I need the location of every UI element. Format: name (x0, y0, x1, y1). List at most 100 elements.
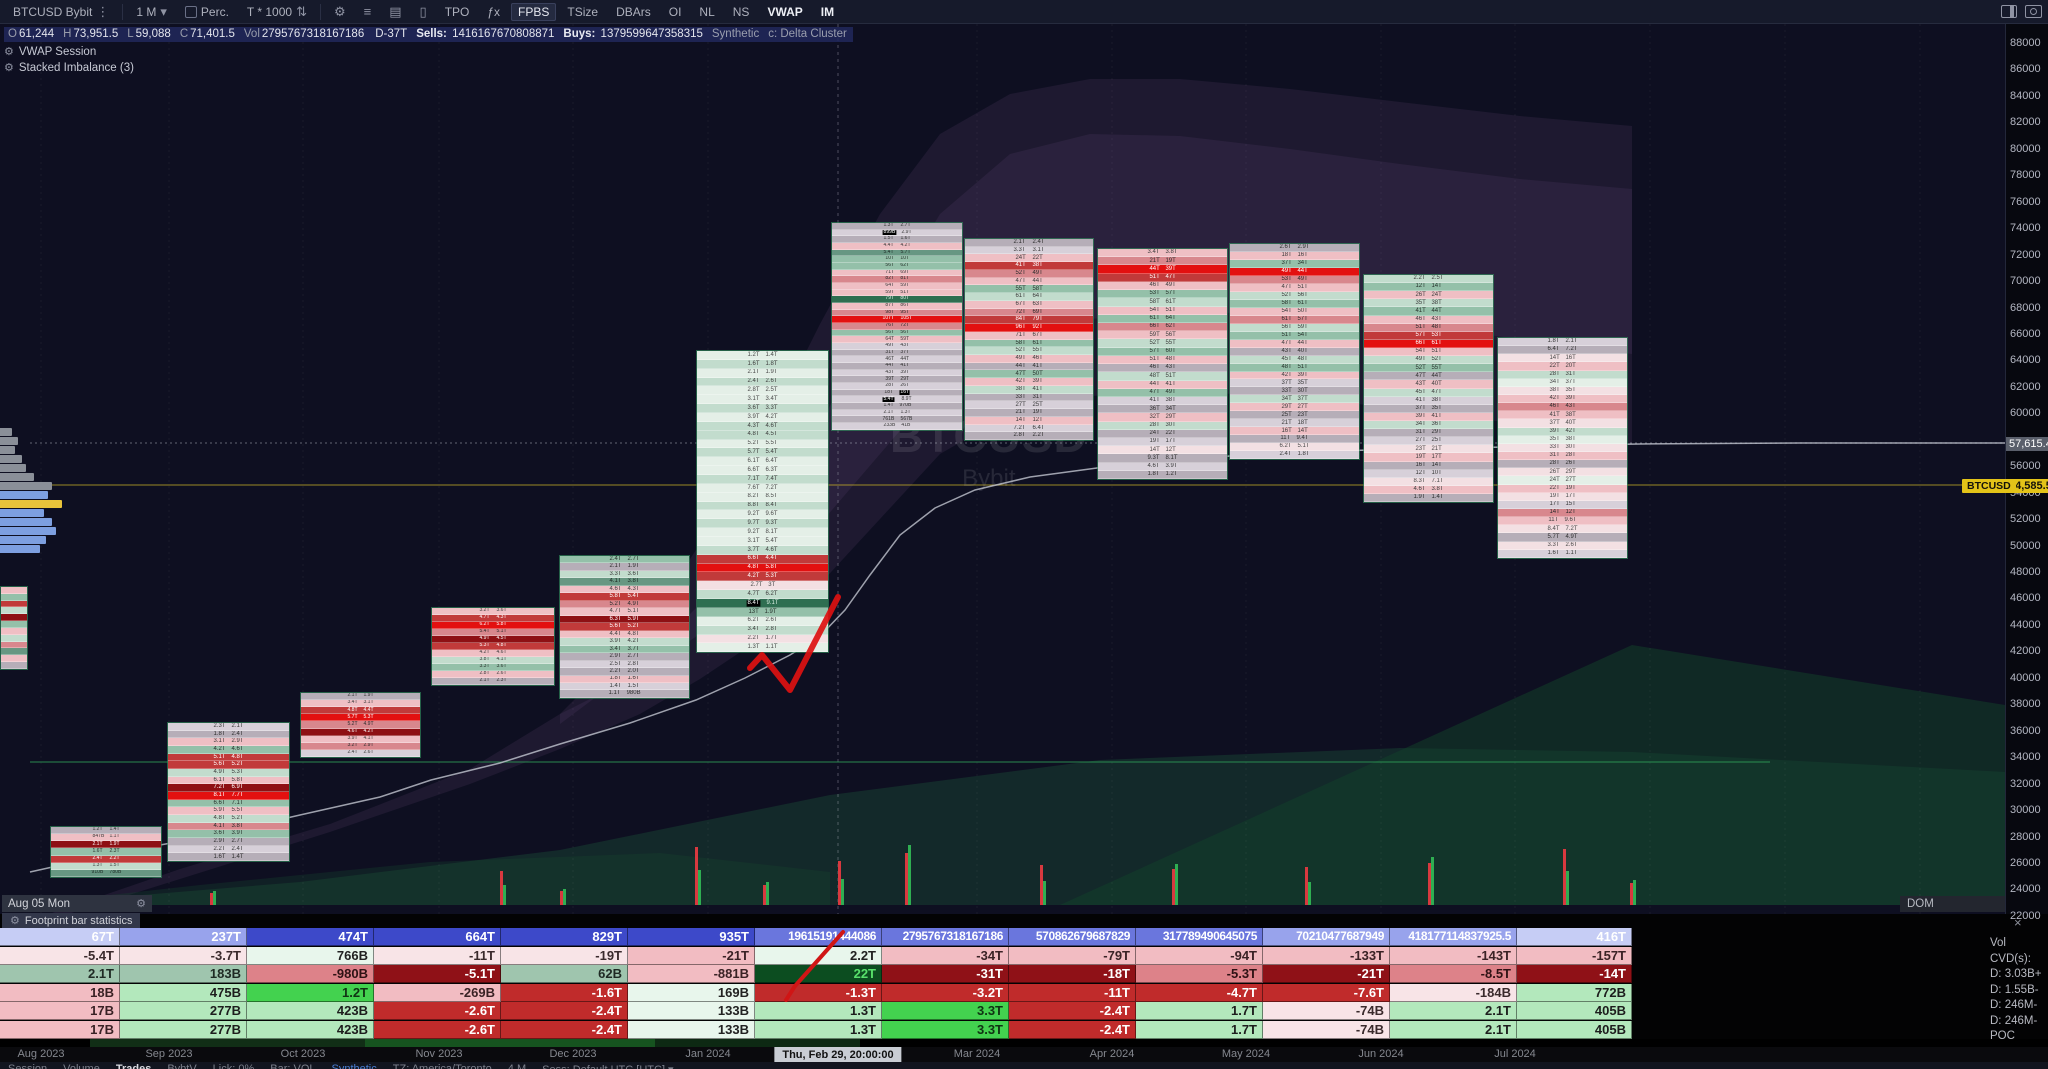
status-item[interactable]: Session (8, 1063, 47, 1069)
panel-title-pill[interactable]: ⚙ Footprint bar statistics (2, 913, 141, 928)
camera-screenshot-icon[interactable] (2025, 5, 2042, 18)
footprint-bar[interactable]: 1.2T 1.4T 847B 1.1T 2.1T 1.9T 1.6T 2.3T 2.4T 2.2T… (50, 826, 162, 878)
status-item[interactable]: Volume (63, 1063, 100, 1069)
table-cell[interactable]: -74B (1263, 1020, 1390, 1039)
table-cell[interactable]: 1.7T (1136, 1020, 1263, 1039)
gear-icon[interactable]: ⚙ (327, 2, 353, 22)
table-cell[interactable]: 277B (120, 1020, 247, 1039)
toolbar-item-1-m[interactable]: 1 M ▾ (129, 2, 174, 22)
table-cell[interactable]: 277B (120, 1002, 247, 1020)
status-item[interactable]: 4 M (508, 1063, 526, 1069)
time-axis-label[interactable]: Sep 2023 (145, 1048, 192, 1060)
time-axis-label[interactable]: Jun 2024 (1358, 1048, 1403, 1060)
gear-icon[interactable]: ⚙ (10, 914, 20, 927)
status-item[interactable]: Trades (116, 1063, 151, 1069)
time-axis-label[interactable]: Aug 2023 (17, 1048, 64, 1060)
table-cell[interactable]: 1.3T (755, 1002, 882, 1020)
table-cell[interactable]: 62B (501, 965, 628, 983)
time-axis[interactable]: Thu, Feb 29, 20:00:00 Aug 2023 Sep 2023 Oc… (0, 1047, 2048, 1062)
table-cell[interactable]: -5.3T (1136, 965, 1263, 983)
table-cell[interactable]: -19T (501, 946, 628, 965)
footprint-bar[interactable]: 1.8T 2.1T 6.4T 7.2T 14T 16T 22T 20T 28T 31T 34T 37T… (1497, 337, 1628, 559)
bar-date-pill[interactable]: Aug 05 Mon ⚙ (2, 895, 152, 912)
footprint-bar[interactable]: 2.2T 2.5T 12T 14T 26T 24T 35T 38T 41T 44T 46T 43T 51… (1363, 274, 1494, 503)
table-cell[interactable]: -14T (1517, 965, 1632, 983)
gear-icon[interactable]: ⚙ (4, 61, 14, 74)
table-cell[interactable]: -157T (1517, 946, 1632, 965)
table-cell[interactable]: 183B (120, 965, 247, 983)
table-cell[interactable]: -143T (1390, 946, 1517, 965)
table-cell[interactable]: -2.4T (1009, 1002, 1136, 1020)
table-cell[interactable]: 169B (628, 983, 755, 1002)
table-cell[interactable]: -881B (628, 965, 755, 983)
gear-icon[interactable]: ⚙ (136, 897, 146, 910)
table-cell[interactable]: -7.6T (1263, 983, 1390, 1002)
toolbar-item-vwap[interactable]: VWAP (760, 3, 809, 21)
table-cell[interactable]: 829T (501, 928, 628, 946)
price-axis[interactable]: 57,615.4 54,585.5 88000 86000 84000 82000 80… (2005, 24, 2048, 922)
table-cell[interactable]: 423B (247, 1020, 374, 1039)
grid-icon[interactable]: ▤ (382, 2, 408, 22)
table-cell[interactable]: -31T (882, 965, 1009, 983)
table-cell[interactable]: -11T (374, 946, 501, 965)
table-cell[interactable]: -2.6T (374, 1002, 501, 1020)
status-item[interactable]: TZ: America/Toronto (393, 1063, 492, 1069)
table-cell[interactable]: 133B (628, 1020, 755, 1039)
table-cell[interactable]: 237T (120, 928, 247, 946)
status-item[interactable]: BybtV (167, 1063, 196, 1069)
toolbar-item--x[interactable]: ƒx (480, 3, 507, 21)
table-cell[interactable]: -79T (1009, 946, 1136, 965)
table-cell[interactable]: 22T (755, 965, 882, 983)
table-cell[interactable]: -8.5T (1390, 965, 1517, 983)
footprint-bar[interactable]: 2.4T 2.7T 2.1T 1.9T 3.3T 3.6T 4.1T 3.8T 4.6T 4.3T… (559, 555, 690, 699)
time-axis-label[interactable]: Jul 2024 (1494, 1048, 1536, 1060)
toolbar-item-t-1000[interactable]: T * 1000 ⇅ (240, 2, 314, 22)
table-cell[interactable]: -21T (1263, 965, 1390, 983)
table-cell[interactable]: 405B (1517, 1002, 1632, 1020)
checkbox-icon[interactable] (184, 5, 197, 18)
table-cell[interactable]: -2.6T (374, 1020, 501, 1039)
table-cell[interactable]: 2.1T (1390, 1020, 1517, 1039)
table-cell[interactable]: -1.6T (501, 983, 628, 1002)
footprint-bar[interactable]: 2.1T 1.9T 3.4T 3.1T 4.8T 4.4T 5.7T 5.3T 5.2T 4.9T… (300, 692, 421, 758)
table-cell[interactable]: 2.2T (755, 946, 882, 965)
phone-icon[interactable]: ▯ (413, 2, 434, 22)
footprint-bar[interactable]: 1.2T 1.4T 1.6T 1.8T 2.1T 1.9T 2.4T 2.6T 2.8T 2.5T… (696, 350, 829, 653)
indicator-vwap-session[interactable]: ⚙ VWAP Session (4, 45, 853, 59)
indicator-stacked-imbalance[interactable]: ⚙ Stacked Imbalance (3) (4, 61, 853, 75)
table-cell[interactable]: 416T (1517, 928, 1632, 946)
table-cell[interactable]: 3.3T (882, 1020, 1009, 1039)
table-cell[interactable]: 423B (247, 1002, 374, 1020)
time-axis-label[interactable]: Oct 2023 (281, 1048, 326, 1060)
table-cell[interactable]: 405B (1517, 1020, 1632, 1039)
toolbar-item-btcusd-bybit[interactable]: BTCUSD Bybit ⋮ (6, 2, 116, 22)
table-cell[interactable]: 1.7T (1136, 1002, 1263, 1020)
table-cell[interactable]: 766B (247, 946, 374, 965)
table-cell[interactable]: 3.3T (882, 1002, 1009, 1020)
panel-collapse-icon[interactable] (2001, 5, 2017, 18)
table-cell[interactable]: 570862679687829 (1009, 928, 1136, 946)
table-cell[interactable]: -184B (1390, 983, 1517, 1002)
footprint-bar[interactable]: 2.6T 2.9T 18T 16T 37T 34T 49T 44T 53T 49T 47T 51T 52… (1229, 243, 1360, 460)
table-cell[interactable]: 70210477687949 (1263, 928, 1390, 946)
table-cell[interactable]: 418177114837925.5 (1390, 928, 1517, 946)
table-cell[interactable]: 2.1T (1390, 1002, 1517, 1020)
toolbar-item-fpbs[interactable]: FPBS (511, 2, 557, 21)
table-cell[interactable]: -3.7T (120, 946, 247, 965)
footprint-bar[interactable]: 1.3T 2.7T 899B 2.9T 1.5T 1.6T 4.4T 4.2T 5.4T 5.7T… (831, 222, 963, 431)
table-cell[interactable]: 17B (0, 1002, 120, 1020)
time-axis-label[interactable]: Jan 2024 (685, 1048, 730, 1060)
table-cell[interactable]: 2.1T (0, 965, 120, 983)
table-cell[interactable]: -21T (628, 946, 755, 965)
toolbar-item-perc-[interactable]: Perc. (178, 3, 236, 21)
footprint-bar[interactable]: 3.4T 3.8T 21T 19T 44T 39T 51T 47T 46T 49T 53T 57T 58… (1097, 248, 1228, 480)
table-cell[interactable]: -18T (1009, 965, 1136, 983)
status-item[interactable]: Synthetic (332, 1063, 377, 1069)
toolbar-item-tpo[interactable]: TPO (438, 3, 477, 21)
footprint-bar[interactable]: 3.2T 3.6T 4.7T 4.3T 6.2T 5.8T 5.4T 5.1T 4.9T 4.5T… (431, 607, 555, 686)
table-cell[interactable]: -5.4T (0, 946, 120, 965)
table-cell[interactable]: 772B (1517, 983, 1632, 1002)
footprint-style-icon[interactable]: ≡ (357, 2, 379, 21)
status-item[interactable]: Lick: 0% (213, 1063, 255, 1069)
table-cell[interactable]: -269B (374, 983, 501, 1002)
